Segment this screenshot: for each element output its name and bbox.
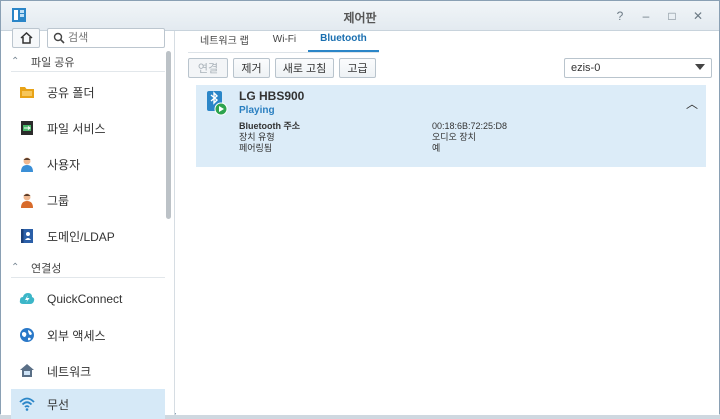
bluetooth-device-row[interactable]: LG HBS900 Playing ︿ Bluetooth 주소 00:18:6… (196, 85, 706, 167)
property-key: Bluetooth 주소 (239, 121, 301, 131)
network-icon (20, 364, 34, 377)
sidebar-item-label: 공유 폴더 (47, 85, 95, 100)
property-row: Bluetooth 주소 00:18:6B:72:25:D8 (239, 121, 507, 132)
connect-button[interactable]: 연결 (188, 58, 228, 78)
property-row: 장치 유형 오디오 장치 (239, 132, 507, 143)
close-button[interactable]: ✕ (685, 8, 711, 24)
control-panel-window: 제어판 ? – □ ✕ ⌃ 파일 공유 (0, 0, 720, 419)
sidebar-item-file-services[interactable]: 파일 서비스 (11, 113, 165, 143)
home-icon (19, 32, 33, 44)
tab-wifi[interactable]: Wi-Fi (261, 27, 308, 52)
adapter-select[interactable]: ezis-0 (564, 58, 712, 78)
section-label: 파일 공유 (31, 56, 75, 69)
property-value: 예 (432, 143, 441, 153)
domain-ldap-icon (21, 229, 33, 243)
chevron-down-icon (695, 64, 705, 70)
device-name: LG HBS900 (239, 89, 305, 103)
device-properties: Bluetooth 주소 00:18:6B:72:25:D8 장치 유형 오디오… (239, 121, 507, 154)
user-icon (21, 157, 33, 172)
sidebar-item-user[interactable]: 사용자 (11, 149, 165, 179)
globe-icon (20, 328, 34, 342)
sidebar-item-wireless[interactable]: 무선 (11, 389, 165, 419)
sidebar-scrollbar[interactable] (166, 51, 171, 219)
remove-button[interactable]: 제거 (233, 58, 270, 78)
property-value: 오디오 장치 (432, 132, 476, 142)
property-value: 00:18:6B:72:25:D8 (432, 121, 508, 131)
toolbar: 연결 제거 새로 고침 고급 ezis-0 (188, 58, 712, 82)
adapter-select-value: ezis-0 (571, 62, 601, 74)
folder-share-icon (20, 87, 34, 98)
sidebar-item-label: 무선 (47, 397, 70, 412)
wireless-icon (19, 397, 35, 411)
tab-bluetooth[interactable]: Bluetooth (308, 27, 379, 52)
property-row: 페어링됨 예 (239, 143, 507, 154)
sidebar: ⌃ 파일 공유 공유 폴더 파일 서비스 사용자 (1, 28, 175, 419)
sidebar-item-group[interactable]: 그룹 (11, 185, 165, 215)
bluetooth-headset-icon (207, 91, 228, 116)
sidebar-item-quickconnect[interactable]: QuickConnect (11, 284, 165, 314)
sidebar-item-shared-folder[interactable]: 공유 폴더 (11, 77, 165, 107)
group-icon (21, 193, 33, 208)
sidebar-item-label: QuickConnect (47, 292, 123, 306)
home-button[interactable] (12, 28, 40, 48)
sidebar-item-label: 사용자 (47, 157, 81, 172)
chevron-up-icon[interactable]: ︿ (686, 95, 698, 112)
section-file-sharing[interactable]: ⌃ 파일 공유 (11, 52, 165, 72)
section-connectivity[interactable]: ⌃ 연결성 (11, 258, 165, 278)
advanced-button[interactable]: 고급 (339, 58, 376, 78)
chevron-up-icon: ⌃ (11, 56, 20, 67)
chevron-up-icon: ⌃ (11, 262, 20, 273)
property-key: 장치 유형 (239, 132, 275, 142)
file-services-icon (21, 121, 33, 135)
property-key: 페어링됨 (239, 143, 273, 153)
refresh-button[interactable]: 새로 고침 (275, 58, 334, 78)
tab-bar: 네트워크 랩 Wi-Fi Bluetooth (188, 27, 379, 53)
main-panel: 네트워크 랩 Wi-Fi Bluetooth 연결 제거 새로 고침 고급 ez… (176, 31, 719, 415)
sidebar-item-label: 파일 서비스 (47, 121, 106, 136)
search-field[interactable] (47, 28, 165, 48)
sidebar-item-label: 네트워크 (47, 364, 92, 379)
minimize-button[interactable]: – (633, 8, 659, 24)
search-input[interactable] (68, 31, 160, 45)
section-label: 연결성 (31, 262, 62, 275)
device-status: Playing (239, 105, 275, 116)
quickconnect-icon (19, 293, 35, 304)
search-icon (53, 32, 65, 44)
sidebar-item-label: 그룹 (47, 193, 70, 208)
sidebar-item-label: 도메인/LDAP (47, 229, 115, 244)
sidebar-item-network[interactable]: 네트워크 (11, 356, 165, 386)
help-button[interactable]: ? (607, 8, 633, 24)
sidebar-item-external-access[interactable]: 외부 액세스 (11, 320, 165, 350)
sidebar-item-label: 외부 액세스 (47, 328, 106, 343)
sidebar-item-domain-ldap[interactable]: 도메인/LDAP (11, 221, 165, 251)
maximize-button[interactable]: □ (659, 8, 685, 24)
tab-network-lab[interactable]: 네트워크 랩 (188, 27, 261, 52)
